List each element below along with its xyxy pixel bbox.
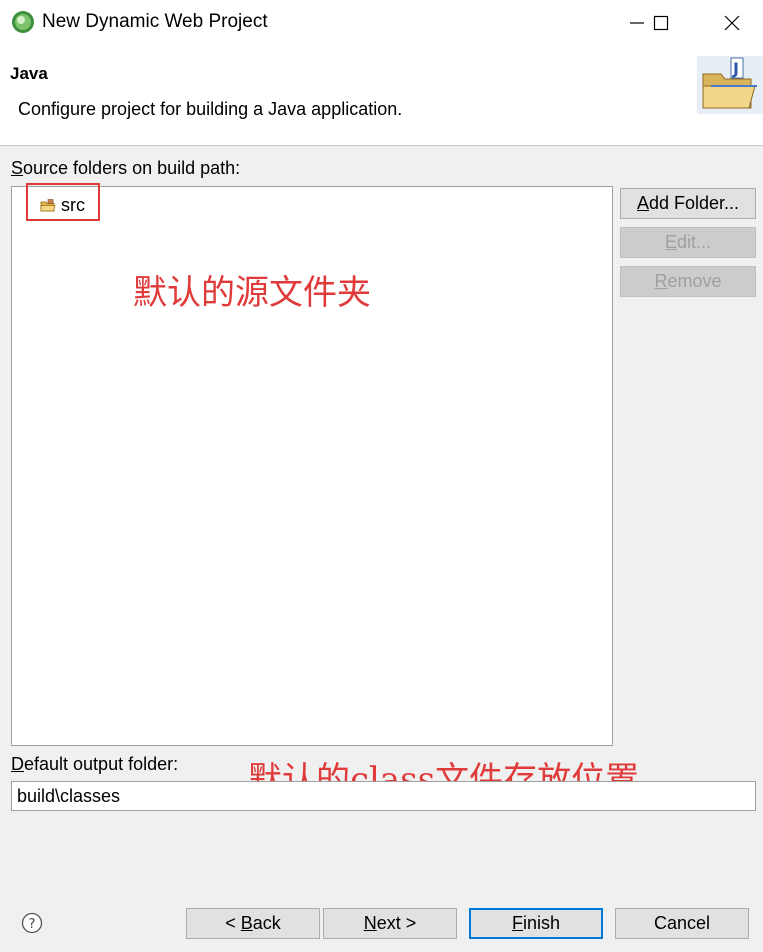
help-icon[interactable]: ? xyxy=(21,912,43,934)
next-button[interactable]: Next > xyxy=(323,908,457,939)
wizard-header: Java Configure project for building a Ja… xyxy=(0,44,763,146)
remove-rest: emove xyxy=(667,271,722,291)
source-folders-label-rest: ource folders on build path: xyxy=(23,158,241,178)
output-folder-label: Default output folder: xyxy=(11,754,178,775)
finish-rest: inish xyxy=(522,913,561,933)
page-description: Configure project for building a Java ap… xyxy=(18,99,403,119)
back-mnemonic: B xyxy=(240,913,253,933)
cancel-button[interactable]: Cancel xyxy=(615,908,749,939)
next-rest: ext > xyxy=(376,913,417,933)
edit-button[interactable]: Edit... xyxy=(620,227,756,258)
finish-button[interactable]: Finish xyxy=(469,908,603,939)
close-icon xyxy=(724,15,740,31)
next-mnemonic: N xyxy=(363,913,377,933)
remove-button[interactable]: Remove xyxy=(620,266,756,297)
output-label-mnemonic: D xyxy=(11,754,24,774)
close-button[interactable] xyxy=(709,8,755,38)
maximize-button[interactable] xyxy=(638,8,684,38)
back-rest: ack xyxy=(252,913,281,933)
back-button[interactable]: < Back xyxy=(186,908,320,939)
add-folder-button[interactable]: Add Folder... xyxy=(620,188,756,219)
svg-text:J: J xyxy=(732,59,739,78)
finish-mnemonic: F xyxy=(511,913,523,933)
page-title: Java xyxy=(10,64,48,83)
edit-mnemonic: E xyxy=(664,232,677,252)
add-folder-rest: dd Folder... xyxy=(648,193,740,213)
source-annotation: 默认的源文件夹 xyxy=(133,273,371,313)
source-folders-label: Source folders on build path: xyxy=(11,158,240,179)
remove-mnemonic: R xyxy=(654,271,668,291)
java-folder-icon: J xyxy=(697,56,763,114)
window-title: New Dynamic Web Project xyxy=(42,11,268,32)
back-prefix: < xyxy=(225,913,241,933)
package-folder-icon xyxy=(40,198,56,211)
title-bar: New Dynamic Web Project xyxy=(0,0,763,44)
eclipse-icon xyxy=(12,11,34,33)
source-folders-list[interactable]: src 默认的源文件夹 xyxy=(11,183,613,746)
maximize-icon xyxy=(653,15,669,31)
svg-text:?: ? xyxy=(29,917,36,932)
output-label-rest: efault output folder: xyxy=(24,754,179,774)
list-item[interactable]: src xyxy=(40,195,85,216)
output-folder-input[interactable]: build\classes xyxy=(11,781,756,811)
list-item-label: src xyxy=(61,195,85,215)
edit-rest: dit... xyxy=(677,232,712,252)
source-folders-label-mnemonic: S xyxy=(11,158,24,178)
add-folder-mnemonic: A xyxy=(636,193,649,213)
